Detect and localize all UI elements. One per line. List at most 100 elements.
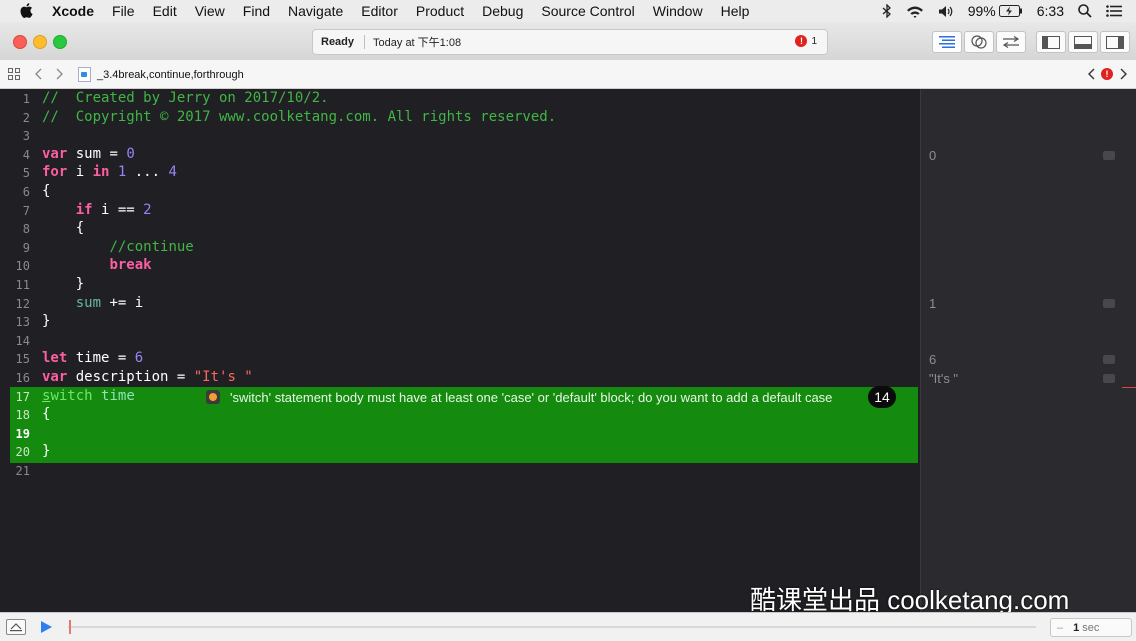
code-line: 5 for i in 1 ... 4 bbox=[0, 164, 920, 183]
stepper-decrement-icon[interactable]: – bbox=[1057, 622, 1063, 634]
code-text: if i == 2 bbox=[75, 201, 152, 218]
zoom-window-button[interactable] bbox=[53, 35, 67, 49]
menu-source-control[interactable]: Source Control bbox=[541, 3, 634, 19]
align-lines-icon bbox=[939, 36, 955, 48]
menu-find[interactable]: Find bbox=[243, 3, 270, 19]
line-number: 13 bbox=[15, 315, 30, 330]
assistant-editor-button[interactable] bbox=[964, 31, 994, 53]
menu-product[interactable]: Product bbox=[416, 3, 464, 19]
code-text: switch time bbox=[42, 387, 135, 404]
code-text: } bbox=[42, 313, 51, 330]
menu-file[interactable]: File bbox=[112, 3, 135, 19]
code-text: { bbox=[42, 406, 51, 423]
toggle-debug-area-button[interactable] bbox=[1068, 31, 1098, 53]
menu-view[interactable]: View bbox=[195, 3, 225, 19]
playground-file-icon bbox=[78, 67, 91, 82]
result-value: 1 bbox=[929, 296, 937, 311]
code-text: //continue bbox=[109, 238, 194, 255]
toggle-inspector-button[interactable] bbox=[1100, 31, 1130, 53]
bluetooth-icon[interactable] bbox=[882, 4, 892, 18]
quick-look-button[interactable] bbox=[1103, 151, 1115, 160]
line-number: 21 bbox=[15, 464, 30, 478]
minimize-window-button[interactable] bbox=[33, 35, 47, 49]
previous-issue-chevron-icon[interactable] bbox=[1087, 68, 1095, 80]
activity-viewer[interactable]: Ready Today at 下午1:08 ! 1 bbox=[312, 29, 828, 55]
code-line: 10 break bbox=[0, 257, 920, 276]
menu-window[interactable]: Window bbox=[653, 3, 703, 19]
execution-progress-track[interactable] bbox=[68, 626, 1036, 628]
code-line: 9 //continue bbox=[0, 239, 920, 258]
forward-chevron-icon[interactable] bbox=[56, 68, 64, 80]
code-line: 15 let time = 6 bbox=[0, 350, 920, 369]
execution-position-marker[interactable] bbox=[69, 620, 71, 634]
code-line: 12 sum += i bbox=[0, 295, 920, 314]
error-indicator[interactable]: ! 1 bbox=[795, 35, 817, 47]
fix-it-icon[interactable] bbox=[206, 390, 220, 404]
battery-percent: 99% bbox=[967, 3, 996, 19]
menu-debug[interactable]: Debug bbox=[482, 3, 523, 19]
hide-debug-area-button[interactable] bbox=[6, 619, 26, 635]
code-line: 16 var description = "It's " bbox=[0, 369, 920, 388]
menu-editor[interactable]: Editor bbox=[361, 3, 398, 19]
menu-navigate[interactable]: Navigate bbox=[288, 3, 343, 19]
line-number: 1 bbox=[22, 92, 30, 106]
battery-charging-icon bbox=[998, 5, 1022, 17]
line-number: 18 bbox=[15, 408, 30, 423]
interval-unit: sec bbox=[1082, 621, 1100, 634]
line-number: 17 bbox=[15, 389, 30, 404]
code-line: 4 var sum = 0 bbox=[0, 146, 920, 165]
notification-center-icon[interactable] bbox=[1106, 5, 1122, 17]
error-count-badge[interactable]: 14 bbox=[868, 386, 896, 408]
code-line: 1 // Created by Jerry on 2017/10/2. bbox=[0, 90, 920, 109]
left-panel-icon bbox=[1042, 35, 1060, 49]
code-line: 11 } bbox=[0, 276, 920, 295]
quick-look-button[interactable] bbox=[1103, 299, 1115, 308]
code-text: sum += i bbox=[75, 294, 144, 311]
swap-arrows-icon bbox=[1002, 36, 1020, 48]
quick-look-button[interactable] bbox=[1103, 374, 1115, 383]
back-chevron-icon[interactable] bbox=[34, 68, 42, 80]
inline-error-message[interactable]: 'switch' statement body must have at lea… bbox=[206, 388, 832, 406]
toggle-navigator-button[interactable] bbox=[1036, 31, 1066, 53]
wifi-icon[interactable] bbox=[906, 5, 924, 18]
menu-bar: Xcode File Edit View Find Navigate Edito… bbox=[0, 0, 1136, 22]
line-number: 19 bbox=[15, 426, 30, 441]
code-text: } bbox=[42, 276, 85, 292]
run-playground-icon[interactable] bbox=[40, 620, 53, 634]
bottom-panel-icon bbox=[1074, 35, 1092, 49]
quick-look-button[interactable] bbox=[1103, 355, 1115, 364]
next-issue-chevron-icon[interactable] bbox=[1120, 68, 1128, 80]
spotlight-search-icon[interactable] bbox=[1078, 4, 1092, 18]
build-status: Ready bbox=[321, 36, 355, 48]
code-line: 6{ bbox=[0, 183, 920, 202]
line-number: 15 bbox=[15, 352, 30, 367]
line-number: 8 bbox=[22, 222, 30, 237]
line-number: 4 bbox=[22, 147, 30, 162]
volume-icon[interactable] bbox=[938, 5, 954, 18]
menu-edit[interactable]: Edit bbox=[153, 3, 177, 19]
build-timestamp: Today at 下午1:08 bbox=[373, 37, 462, 49]
standard-editor-button[interactable] bbox=[932, 31, 962, 53]
version-editor-button[interactable] bbox=[996, 31, 1026, 53]
line-number: 5 bbox=[22, 166, 30, 181]
apple-menu-icon[interactable] bbox=[20, 3, 34, 19]
line-number: 9 bbox=[22, 240, 30, 255]
line-number: 14 bbox=[15, 333, 30, 348]
right-panel-icon bbox=[1106, 35, 1124, 49]
issue-error-icon[interactable]: ! bbox=[1101, 68, 1113, 80]
close-window-button[interactable] bbox=[13, 35, 27, 49]
battery-status[interactable]: 99% bbox=[968, 3, 1023, 19]
related-items-grid-icon[interactable] bbox=[8, 68, 20, 80]
line-number: 10 bbox=[15, 259, 30, 274]
breadcrumb-file[interactable]: _3.4break,continue,forthrough bbox=[78, 67, 244, 82]
code-text: let time = 6 bbox=[42, 350, 144, 367]
code-text: { bbox=[42, 220, 85, 237]
update-interval-stepper[interactable]: – 1 sec bbox=[1050, 618, 1132, 637]
menu-help[interactable]: Help bbox=[721, 3, 750, 19]
result-value: 6 bbox=[929, 352, 937, 367]
line-number: 11 bbox=[15, 278, 30, 292]
result-value: "It's " bbox=[929, 371, 959, 386]
menu-clock[interactable]: 6:33 bbox=[1037, 3, 1064, 19]
source-editor[interactable]: 1 // Created by Jerry on 2017/10/2. 2 // C… bbox=[0, 89, 920, 612]
menu-app-name[interactable]: Xcode bbox=[52, 3, 94, 19]
